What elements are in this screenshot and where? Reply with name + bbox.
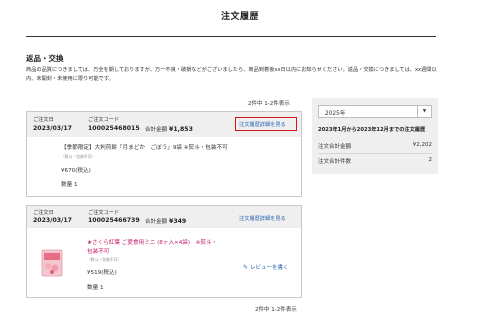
summary-count-value: 2 [428,157,433,163]
order-detail-link[interactable]: 注文履歴詳細を見る [239,215,286,222]
item-name-line2[interactable]: 包装不可 [87,248,109,256]
order-date: 2023/03/17 [33,125,72,132]
order-header: ご注文日 2023/03/17 ご注文コード 100025468015 合計金額… [27,112,301,137]
pencil-icon: ✎ [243,264,249,271]
product-image[interactable] [39,248,65,278]
write-review-label: レビューを書く [250,265,289,271]
result-count-bottom: 2件中 1-2件表示 [255,307,297,313]
chevron-down-icon[interactable]: ▼ [417,106,431,117]
order-card: ご注文日 2023/03/17 ご注文コード 100025466739 合計金額… [26,205,302,298]
summary-period: 2023年1月から2023年12月までの注文履歴 [318,127,426,133]
order-summary-panel: 2025年 ▼ 2023年1月から2023年12月までの注文履歴 注文合計金額 … [312,98,438,174]
item-price: ¥670(税込) [61,168,91,174]
item-name[interactable]: 【季節限定】大判煎餅「月まどか ごぼう」9袋 ※熨斗・包装不可 [61,144,228,152]
summary-count-label: 注文合計件数 [318,159,352,165]
returns-policy-text: 商品の品質につきましては、万全を期しておりますが、万一不良・破損などがございまし… [26,67,437,82]
order-total-label: 合計金額 [145,127,168,133]
order-code-label: ご注文コード [88,117,120,123]
order-card: ご注文日 2023/03/17 ご注文コード 100025468015 合計金額… [26,111,302,197]
result-count-top: 2件中 1-2件表示 [248,101,290,107]
order-total: 合計金額 ¥1,853 [145,125,193,133]
summary-total-label: 注文合計金額 [318,144,352,150]
item-quantity: 数量 1 [61,182,78,188]
order-code: 100025466739 [88,217,140,224]
order-total: 合計金額 ¥349 [145,217,186,225]
item-price: ¥519(税込) [87,270,117,276]
returns-heading: 返品・交換 [26,54,64,63]
order-header: ご注文日 2023/03/17 ご注文コード 100025466739 合計金額… [27,206,301,228]
order-code: 100025468015 [88,125,140,132]
order-date-label: ご注文日 [33,117,54,123]
item-note: （熨斗・包装不可） [87,257,122,262]
year-select[interactable]: 2025年 ▼ [318,105,432,118]
summary-total-value: ¥2,202 [412,142,432,148]
order-code-label: ご注文コード [88,210,120,216]
page-title: 注文履歴 [220,12,259,22]
item-note: （熨斗・包装不可） [61,154,96,159]
title-divider [26,36,436,37]
year-select-value: 2025年 [325,111,346,117]
order-date-label: ご注文日 [33,210,54,216]
item-quantity: 数量 1 [87,285,104,291]
write-review-link[interactable]: ✎ レビューを書く [243,263,289,271]
summary-divider [318,153,432,154]
order-total-value: ¥1,853 [169,126,193,133]
order-total-label: 合計金額 [145,219,168,225]
order-total-value: ¥349 [169,218,187,225]
item-name-line1[interactable]: ★さくら紅葉 ご愛食用ミニ (8ヶ入×4袋) ※熨斗・ [87,239,217,247]
order-detail-link[interactable]: 注文履歴詳細を見る [239,121,286,128]
order-date: 2023/03/17 [33,217,72,224]
